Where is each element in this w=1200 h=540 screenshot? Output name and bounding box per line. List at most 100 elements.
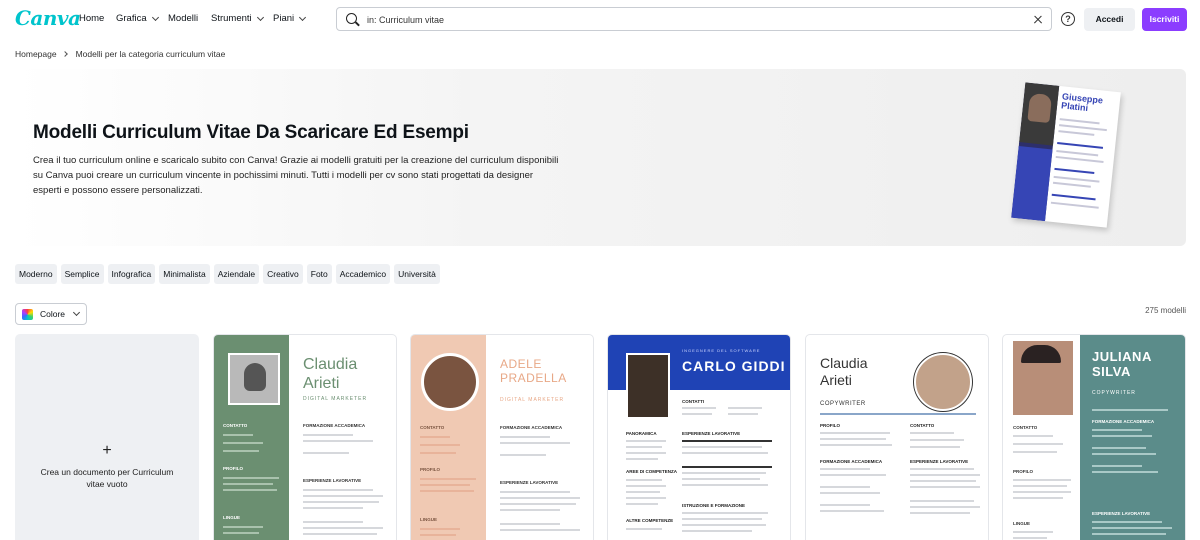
page-description: Crea il tuo curriculum online e scarical…	[33, 155, 559, 196]
cv-text-line	[682, 446, 762, 448]
cv-text-line	[626, 503, 658, 505]
cv-name: ADELE PRADELLA	[500, 357, 567, 385]
template-card[interactable]: ADELE PRADELLA DIGITAL MARKETER CONTATTO …	[410, 334, 594, 540]
chip-infografica[interactable]: Infografica	[107, 264, 156, 284]
cv-role: COPYWRITER	[820, 401, 866, 407]
search-bar	[336, 7, 1052, 31]
cv-text-line	[682, 466, 772, 468]
hero-banner: Modelli Curriculum Vitae Da Scaricare Ed…	[15, 69, 1186, 246]
chip-foto[interactable]: Foto	[306, 264, 332, 284]
cv-text-line	[820, 510, 884, 512]
cv-photo	[1027, 92, 1053, 124]
breadcrumb-current: Modelli per la categoria curriculum vita…	[75, 49, 226, 59]
breadcrumb-home[interactable]: Homepage	[15, 49, 57, 59]
color-filter-label: Colore	[40, 309, 66, 319]
cv-text-line	[910, 446, 960, 448]
cv-section-label: ALTRE COMPETENZE	[626, 518, 674, 523]
cv-text-line	[1013, 451, 1057, 453]
cv-photo	[228, 353, 280, 405]
cv-role: DIGITAL MARKETER	[500, 397, 565, 403]
cv-text-line	[500, 523, 560, 525]
cv-text-line	[1013, 435, 1053, 437]
cv-text-line	[626, 452, 666, 454]
nav-modelli[interactable]: Modelli	[168, 13, 198, 24]
cv-text-line	[223, 532, 259, 534]
chip-creativo[interactable]: Creativo	[263, 264, 303, 284]
cv-text-line	[223, 489, 277, 491]
cv-section-label: ISTRUZIONE E FORMAZIONE	[682, 503, 745, 508]
cv-name: Giuseppe Platini	[1060, 91, 1104, 114]
cv-name: CARLO GIDDI	[682, 358, 786, 374]
cv-divider	[820, 413, 976, 415]
cv-text-line	[1092, 447, 1146, 449]
search-input[interactable]	[367, 12, 1007, 27]
cv-text-line	[223, 477, 279, 479]
cv-text-line	[1092, 429, 1142, 431]
filter-chips: Moderno Semplice Infografica Minimalista…	[15, 264, 440, 284]
cv-text-line	[1050, 201, 1099, 209]
top-nav: Canva Home Grafica Modelli Strumenti Pia…	[0, 0, 1200, 38]
template-card[interactable]: Claudia Arieti DIGITAL MARKETER CONTATTO …	[213, 334, 397, 540]
chip-moderno[interactable]: Moderno	[15, 264, 57, 284]
cv-text-line	[820, 486, 870, 488]
cv-text-line	[820, 468, 870, 470]
cv-text-line	[420, 534, 456, 536]
cv-text-line	[420, 478, 476, 480]
help-icon[interactable]: ?	[1061, 12, 1075, 26]
cv-text-line	[420, 528, 460, 530]
cv-name: JULIANA SILVA	[1092, 349, 1152, 379]
cv-text-line	[223, 442, 263, 444]
template-card[interactable]: INGEGNERE DEL SOFTWARE CARLO GIDDI CONTA…	[607, 334, 791, 540]
cv-text-line	[500, 529, 580, 531]
chip-aziendale[interactable]: Aziendale	[213, 264, 260, 284]
cv-text-line	[303, 495, 383, 497]
cv-text-line	[303, 452, 349, 454]
cv-text-line	[820, 444, 892, 446]
nav-strumenti[interactable]: Strumenti	[211, 13, 264, 24]
cv-text-line	[303, 507, 363, 509]
cv-text-line	[626, 440, 666, 442]
canva-logo[interactable]: Canva	[15, 6, 81, 30]
nav-grafica[interactable]: Grafica	[116, 13, 159, 24]
color-wheel-icon	[22, 309, 33, 320]
signup-button[interactable]: Iscriviti	[1142, 8, 1187, 31]
chip-universita[interactable]: Università	[394, 264, 440, 284]
cv-text-line	[223, 434, 253, 436]
cv-section-label: CONTATTO	[1013, 425, 1038, 430]
cv-text-line	[682, 484, 768, 486]
chip-accademico[interactable]: Accademico	[335, 264, 391, 284]
cv-text-line	[1092, 435, 1152, 437]
cv-section-label: FORMAZIONE ACCADEMICA	[500, 425, 563, 430]
template-card[interactable]: Claudia Arieti COPYWRITER PROFILO FORMAZI…	[805, 334, 989, 540]
chip-minimalista[interactable]: Minimalista	[159, 264, 210, 284]
cv-text-line	[910, 512, 970, 514]
cv-text-line	[1013, 443, 1063, 445]
cv-section-label: FORMAZIONE ACCADEMICA	[303, 423, 366, 428]
cv-text-line	[303, 501, 379, 503]
cv-text-line	[1013, 485, 1067, 487]
create-blank-card[interactable]: + Crea un documento per Curriculum vitae…	[15, 334, 199, 540]
cv-text-line	[1051, 193, 1096, 201]
cv-section-label: PROFILO	[223, 466, 243, 471]
nav-home[interactable]: Home	[79, 13, 104, 24]
cv-sidebar-blue	[1011, 146, 1053, 222]
cv-text-line	[682, 518, 762, 520]
close-icon[interactable]	[1031, 12, 1045, 26]
cv-text-line	[682, 478, 760, 480]
cv-text-line	[1055, 155, 1104, 163]
template-card[interactable]: JULIANA SILVA COPYWRITER CONTATTO PROFILO…	[1002, 334, 1186, 540]
cv-name: Claudia Arieti	[820, 355, 868, 388]
nav-piani[interactable]: Piani	[273, 13, 307, 24]
cv-text-line	[682, 530, 752, 532]
cv-section-label: PANORAMICA	[626, 431, 657, 436]
cv-text-line	[910, 506, 980, 508]
login-button[interactable]: Accedi	[1084, 8, 1135, 31]
cv-text-line	[910, 500, 974, 502]
cv-section-label: CONTATTI	[682, 399, 705, 404]
cv-text-line	[500, 497, 580, 499]
chip-semplice[interactable]: Semplice	[60, 264, 104, 284]
cv-section-label: FORMAZIONE ACCADEMICA	[820, 459, 883, 464]
cv-text-line	[1092, 465, 1142, 467]
color-filter-dropdown[interactable]: Colore	[15, 303, 87, 325]
cv-text-line	[682, 512, 768, 514]
